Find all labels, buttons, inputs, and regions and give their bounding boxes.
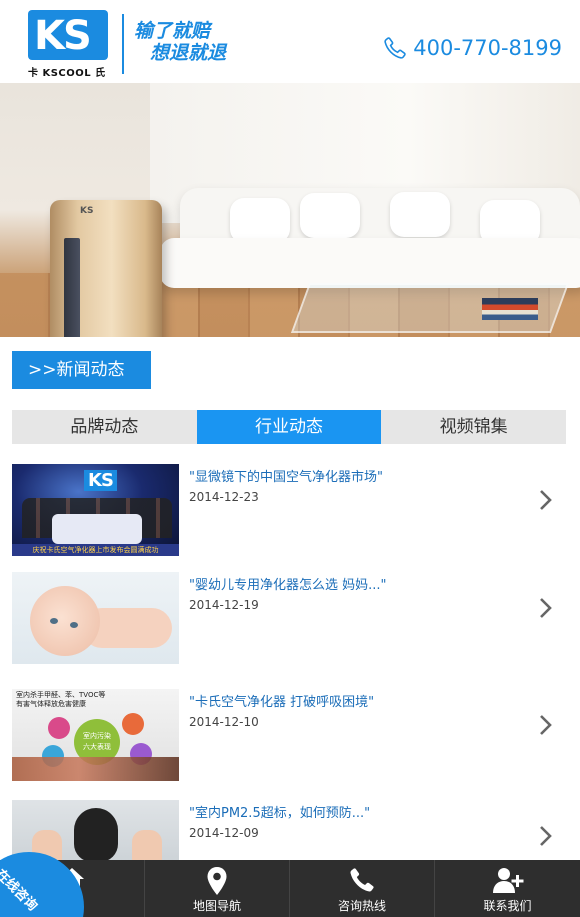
header: KS 卡 KSCOOL 氏 输了就赔 想退就退 400-770-8199	[0, 0, 580, 83]
phone-icon	[350, 868, 374, 892]
thumb-logo: KS	[84, 470, 117, 491]
chevron-right-icon[interactable]	[538, 488, 554, 512]
news-item[interactable]: "婴幼儿专用净化器怎么选 妈妈..." 2014-12-19	[12, 572, 568, 664]
nav-hotline[interactable]: 咨询热线	[290, 860, 435, 917]
news-date: 2014-12-23	[189, 490, 259, 504]
add-user-icon	[492, 868, 523, 893]
logo-divider	[122, 14, 124, 74]
nav-contact-label: 联系我们	[483, 899, 532, 913]
slogan: 输了就赔 想退就退	[134, 20, 226, 64]
hotline-number: 400-770-8199	[413, 36, 562, 60]
news-thumbnail[interactable]: KS 庆祝卡氏空气净化器上市发布会圆满成功	[12, 464, 179, 556]
nav-map[interactable]: 地图导航	[145, 860, 290, 917]
logo-mark: KS	[34, 13, 92, 59]
air-purifier-product: KS	[50, 200, 162, 337]
news-item[interactable]: 室内杀手甲醛、苯、TVOC等 有害气体释放危害健康 室内污染 六大表现 "卡氏空…	[12, 689, 568, 781]
chevron-right-icon[interactable]	[538, 824, 554, 848]
news-title[interactable]: "室内PM2.5超标，如何预防..."	[189, 802, 370, 821]
news-date: 2014-12-19	[189, 598, 259, 612]
nav-contact[interactable]: 联系我们	[435, 860, 580, 917]
hotline[interactable]: 400-770-8199	[383, 36, 562, 60]
section-title-news: >>新闻动态	[12, 351, 151, 389]
hero-banner[interactable]: KS	[0, 83, 580, 337]
map-pin-icon	[207, 867, 227, 895]
tab-videos[interactable]: 视频锦集	[381, 410, 566, 444]
news-tabs: 品牌动态 行业动态 视频锦集	[12, 410, 566, 444]
news-item[interactable]: KS 庆祝卡氏空气净化器上市发布会圆满成功 "显微镜下的中国空气净化器市场" 2…	[12, 464, 568, 556]
nav-map-label: 地图导航	[192, 899, 241, 913]
sofa-illustration	[160, 178, 580, 298]
news-title[interactable]: "婴幼儿专用净化器怎么选 妈妈..."	[189, 574, 387, 593]
news-title[interactable]: "显微镜下的中国空气净化器市场"	[189, 466, 383, 485]
chevron-right-icon[interactable]	[538, 713, 554, 737]
nav-hotline-label: 咨询热线	[337, 899, 386, 913]
news-thumbnail[interactable]: 室内杀手甲醛、苯、TVOC等 有害气体释放危害健康 室内污染 六大表现	[12, 689, 179, 781]
bottom-nav: 首页 地图导航 咨询热线 联系我们	[0, 860, 580, 917]
thumb-caption: 庆祝卡氏空气净化器上市发布会圆满成功	[12, 544, 179, 556]
purifier-badge: KS	[80, 206, 94, 216]
brand-logo[interactable]: KS 卡 KSCOOL 氏	[28, 10, 110, 79]
logo-subtitle: 卡 KSCOOL 氏	[28, 68, 106, 79]
thumb-header: 室内杀手甲醛、苯、TVOC等 有害气体释放危害健康	[16, 691, 106, 708]
slogan-line-2: 想退就退	[150, 42, 227, 64]
slogan-line-1: 输了就赔	[134, 20, 211, 42]
news-date: 2014-12-09	[189, 826, 259, 840]
news-date: 2014-12-10	[189, 715, 259, 729]
tab-brand-news[interactable]: 品牌动态	[12, 410, 197, 444]
news-thumbnail[interactable]	[12, 572, 179, 664]
news-title[interactable]: "卡氏空气净化器 打破呼吸困境"	[189, 691, 374, 710]
phone-icon	[384, 37, 406, 59]
tab-industry-news[interactable]: 行业动态	[196, 410, 382, 444]
chevron-right-icon[interactable]	[538, 596, 554, 620]
